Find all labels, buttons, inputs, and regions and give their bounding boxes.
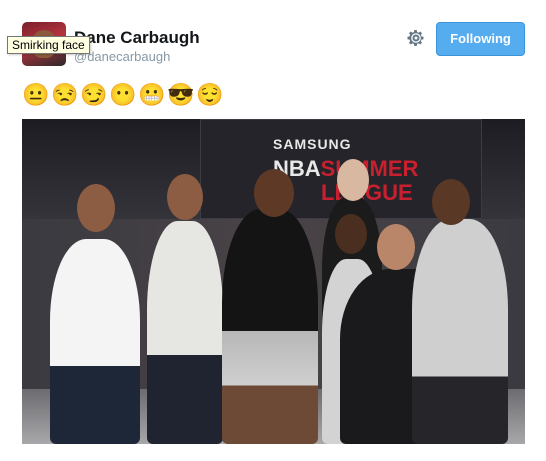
- person-head: [432, 179, 470, 225]
- relieved-face-emoji[interactable]: 😌: [196, 82, 223, 108]
- person-head: [337, 159, 369, 201]
- person-head: [335, 214, 367, 254]
- emoji-row: 😐 😒 😏 😶 😬 😎 😌: [22, 82, 223, 108]
- tweet-card: Dane Carbaugh @danecarbaugh Smirking fac…: [0, 0, 546, 461]
- face-without-mouth-emoji[interactable]: 😶: [109, 82, 136, 108]
- person-grey-sweater: [412, 219, 508, 444]
- neutral-face-emoji[interactable]: 😐: [22, 82, 49, 108]
- emoji-tooltip: Smirking face: [7, 36, 90, 54]
- person-white-shirt: [50, 239, 140, 444]
- person-head: [254, 169, 294, 217]
- gear-icon[interactable]: [406, 28, 426, 48]
- sunglasses-face-emoji[interactable]: 😎: [167, 82, 194, 108]
- banner-samsung-text: SAMSUNG: [273, 136, 352, 152]
- tweet-photo[interactable]: SAMSUNG NBASUMMER LEAGUE: [22, 119, 525, 444]
- banner-summer-word: SUMMER: [320, 156, 419, 181]
- person-black-shirt: [222, 209, 318, 444]
- person-head: [77, 184, 115, 232]
- user-name[interactable]: Dane Carbaugh: [74, 28, 200, 48]
- person-patterned-shirt: [147, 221, 223, 444]
- smirking-face-emoji[interactable]: 😏: [80, 82, 107, 108]
- unamused-face-emoji[interactable]: 😒: [51, 82, 78, 108]
- person-head: [167, 174, 203, 220]
- following-button[interactable]: Following: [436, 22, 525, 56]
- person-head: [377, 224, 415, 270]
- grimacing-face-emoji[interactable]: 😬: [138, 82, 165, 108]
